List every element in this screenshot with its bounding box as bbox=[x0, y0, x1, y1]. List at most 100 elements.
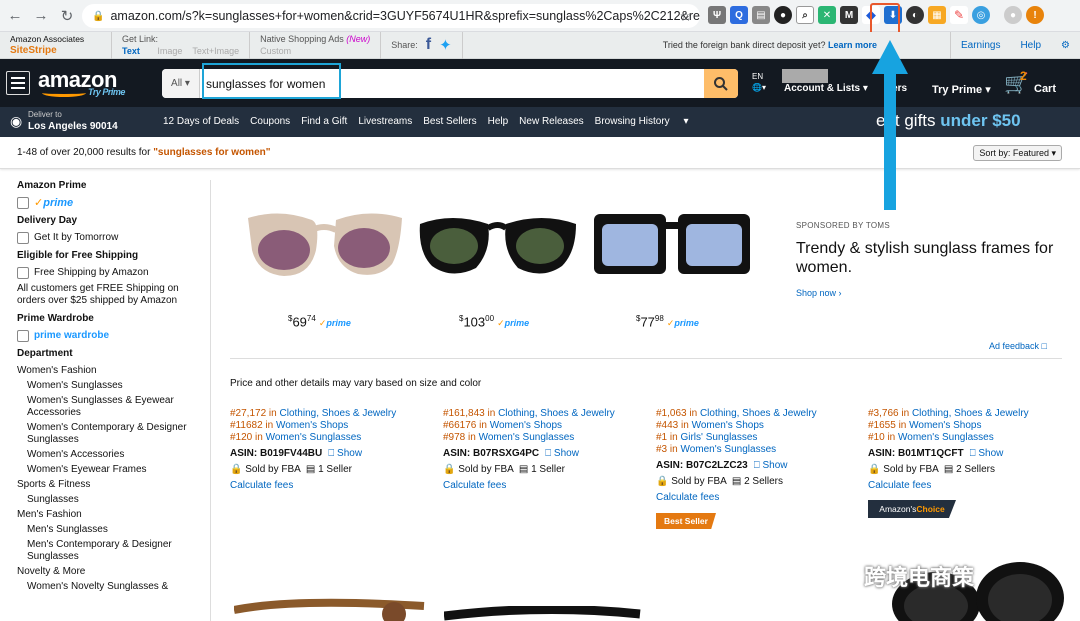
nav-link[interactable]: 12 Days of Deals bbox=[163, 116, 239, 127]
department-link[interactable]: Sports & Fitness bbox=[17, 479, 207, 491]
nav-link[interactable]: New Releases bbox=[519, 116, 583, 127]
browsing-history-link[interactable]: Browsing History ▾ bbox=[595, 116, 689, 127]
profile-avatar[interactable]: ● bbox=[1004, 6, 1022, 24]
rank-category-link[interactable]: Women's Sunglasses bbox=[266, 432, 362, 443]
rank-category-link[interactable]: Women's Sunglasses bbox=[479, 432, 575, 443]
search-button[interactable] bbox=[704, 69, 738, 98]
alert-badge-icon[interactable]: ! bbox=[1026, 6, 1044, 24]
department-link[interactable]: Women's Sunglasses bbox=[17, 380, 207, 392]
show-asin-button[interactable]: ⎕ Show bbox=[754, 460, 788, 472]
department-link[interactable]: Men's Contemporary & Designer Sunglasses bbox=[17, 539, 207, 563]
department-link[interactable]: Women's Sunglasses & Eyewear Accessories bbox=[17, 395, 207, 419]
sponsored-title[interactable]: Trendy & stylish sunglass frames for wom… bbox=[796, 239, 1056, 277]
rank-category-link[interactable]: Women's Shops bbox=[909, 420, 981, 431]
extension-magnifier-icon[interactable]: ⌕ bbox=[796, 6, 814, 24]
show-asin-button[interactable]: ⎕ Show bbox=[970, 448, 1004, 460]
earnings-link[interactable]: Earnings bbox=[951, 40, 1010, 51]
deliver-to-location[interactable]: ◉ Deliver to Los Angeles 90014 bbox=[10, 109, 150, 135]
show-asin-button[interactable]: ⎕ Show bbox=[545, 448, 579, 460]
department-link[interactable]: Men's Fashion bbox=[17, 509, 207, 521]
twitter-icon[interactable]: ✦ bbox=[439, 36, 452, 54]
nav-link[interactable]: Find a Gift bbox=[301, 116, 347, 127]
extension-icon[interactable]: Ψ bbox=[708, 6, 726, 24]
rank-category-link[interactable]: Girls' Sunglasses bbox=[680, 432, 757, 443]
sunglasses-product-image-1[interactable] bbox=[240, 190, 410, 330]
extension-m-icon[interactable]: M bbox=[840, 6, 858, 24]
seller-count[interactable]: 1 Seller bbox=[531, 464, 565, 475]
ad-feedback-link[interactable]: Ad feedback □ bbox=[989, 341, 1047, 351]
asin-value: ASIN: B07RSXG4PC bbox=[443, 448, 540, 459]
address-bar[interactable]: 🔒 amazon.com/s?k=sunglasses+for+women&cr… bbox=[82, 4, 700, 28]
extension-search-icon[interactable]: Q bbox=[730, 6, 748, 24]
language-selector[interactable]: EN 🌐▾ bbox=[752, 71, 766, 93]
nav-link[interactable]: Help bbox=[488, 116, 509, 127]
shipping-filter[interactable]: Free Shipping by Amazon bbox=[17, 267, 207, 279]
nav-link[interactable]: Coupons bbox=[250, 116, 290, 127]
nav-link[interactable]: Best Sellers bbox=[423, 116, 476, 127]
seller-count[interactable]: 2 Sellers bbox=[744, 476, 783, 487]
nav-link[interactable]: Livestreams bbox=[358, 116, 412, 127]
product-image-partial[interactable] bbox=[444, 606, 644, 621]
calculate-fees-link[interactable]: Calculate fees bbox=[868, 480, 1068, 492]
department-link[interactable]: Women's Fashion bbox=[17, 365, 207, 377]
calculate-fees-link[interactable]: Calculate fees bbox=[443, 480, 643, 492]
show-asin-button[interactable]: ⎕ Show bbox=[328, 448, 362, 460]
facebook-icon[interactable]: f bbox=[426, 36, 431, 54]
search-category-select[interactable]: All ▾ bbox=[162, 69, 200, 98]
back-icon[interactable]: ← bbox=[4, 5, 26, 27]
checkbox[interactable] bbox=[17, 197, 29, 209]
department-link[interactable]: Women's Contemporary & Designer Sunglass… bbox=[17, 422, 207, 446]
account-lists-link[interactable]: Account & Lists ▾ bbox=[784, 83, 868, 94]
department-link[interactable]: Women's Accessories bbox=[17, 449, 207, 461]
delivery-filter[interactable]: Get It by Tomorrow bbox=[17, 232, 207, 244]
prime-filter[interactable]: ✓prime bbox=[17, 197, 207, 209]
extension-globe-icon[interactable]: ◎ bbox=[972, 6, 990, 24]
product-image-partial[interactable] bbox=[234, 598, 434, 621]
seller-count[interactable]: 1 Seller bbox=[318, 464, 352, 475]
help-link[interactable]: Help bbox=[1010, 40, 1051, 51]
rank-category-link[interactable]: Women's Sunglasses bbox=[898, 432, 994, 443]
rank-category-link[interactable]: Clothing, Shoes & Jewelry bbox=[498, 408, 615, 419]
department-link[interactable]: Women's Eyewear Frames bbox=[17, 464, 207, 476]
extension-icon[interactable]: ✎ bbox=[950, 6, 968, 24]
rank-category-link[interactable]: Clothing, Shoes & Jewelry bbox=[700, 408, 817, 419]
rank-category-link[interactable]: Clothing, Shoes & Jewelry bbox=[280, 408, 397, 419]
calculate-fees-link[interactable]: Calculate fees bbox=[230, 480, 430, 492]
shop-now-link[interactable]: Shop now › bbox=[796, 288, 842, 298]
forward-icon[interactable]: → bbox=[30, 5, 52, 27]
get-link-text-button[interactable]: Text bbox=[122, 46, 140, 56]
amazon-logo[interactable]: amazon Try Prime bbox=[38, 63, 138, 103]
bookmark-star-icon[interactable]: ☆ bbox=[679, 8, 692, 25]
sort-dropdown[interactable]: Sort by: Featured ▾ bbox=[973, 145, 1062, 161]
menu-icon[interactable] bbox=[6, 71, 30, 95]
department-link[interactable]: Sunglasses bbox=[17, 494, 207, 506]
rank-category-link[interactable]: Women's Shops bbox=[276, 420, 348, 431]
extension-icon[interactable]: ✕ bbox=[818, 6, 836, 24]
reload-icon[interactable]: ↻ bbox=[56, 5, 78, 27]
get-link-text-image-button[interactable]: Text+Image bbox=[192, 46, 239, 56]
calculate-fees-link[interactable]: Calculate fees bbox=[656, 492, 856, 504]
wardrobe-filter[interactable]: prime wardrobe bbox=[17, 330, 207, 342]
cart-button[interactable]: 🛒 2 Cart bbox=[1004, 69, 1064, 99]
checkbox[interactable] bbox=[17, 267, 29, 279]
extension-icon[interactable]: ▤ bbox=[752, 6, 770, 24]
rank-category-link[interactable]: Women's Shops bbox=[692, 420, 764, 431]
extension-icon[interactable]: ▦ bbox=[928, 6, 946, 24]
try-prime-link[interactable]: Try Prime ▾ bbox=[932, 83, 991, 96]
rank-category-link[interactable]: Women's Sunglasses bbox=[680, 444, 776, 455]
department-link[interactable]: Women's Novelty Sunglasses & bbox=[17, 581, 207, 593]
native-ads-custom-button[interactable]: Custom bbox=[260, 45, 370, 57]
extension-icon[interactable]: ● bbox=[774, 6, 792, 24]
sunglasses-product-image-3[interactable] bbox=[586, 190, 756, 330]
checkbox[interactable] bbox=[17, 232, 29, 244]
get-link-image-button[interactable]: Image bbox=[157, 46, 182, 56]
sunglasses-product-image-2[interactable] bbox=[412, 190, 582, 330]
department-link[interactable]: Novelty & More bbox=[17, 566, 207, 578]
department-link[interactable]: Men's Sunglasses bbox=[17, 524, 207, 536]
checkbox[interactable] bbox=[17, 330, 29, 342]
extension-icon[interactable]: ◐ bbox=[906, 6, 924, 24]
gear-icon[interactable]: ⚙ bbox=[1051, 40, 1080, 51]
rank-category-link[interactable]: Clothing, Shoes & Jewelry bbox=[912, 408, 1029, 419]
rank-category-link[interactable]: Women's Shops bbox=[490, 420, 562, 431]
seller-count[interactable]: 2 Sellers bbox=[956, 464, 995, 475]
